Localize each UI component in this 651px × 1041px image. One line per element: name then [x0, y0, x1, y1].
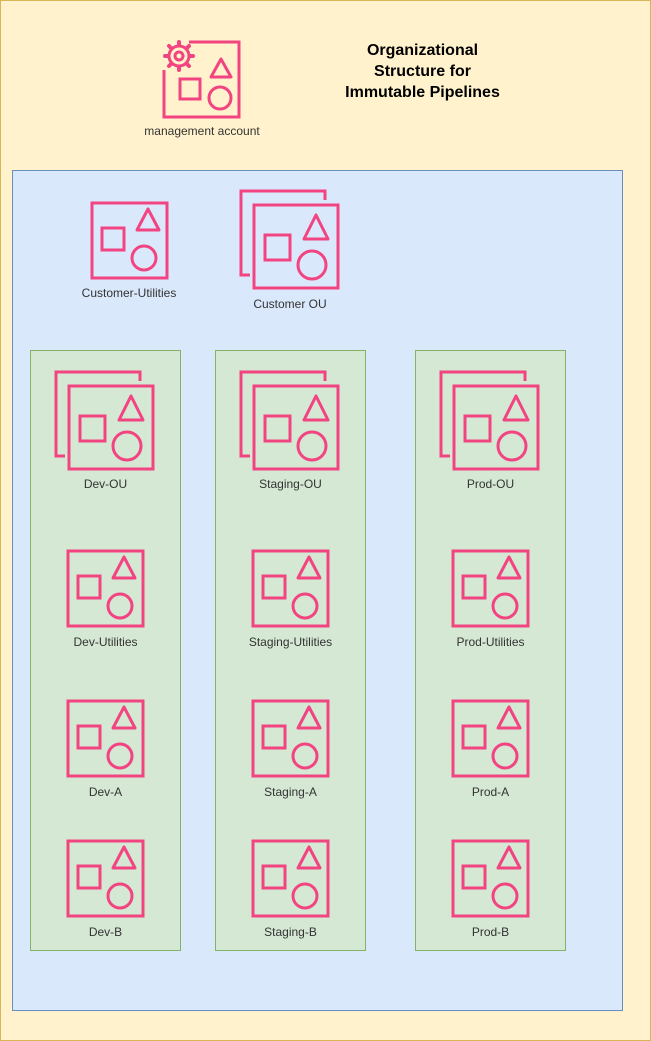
ou-icon-staging-ou: [239, 370, 339, 471]
account-icon-staging-b: [251, 839, 329, 918]
account-icon-prod-b: [451, 839, 529, 918]
account-icon-dev-b: [66, 839, 144, 918]
account-label-prod-a: Prod-A: [471, 785, 510, 799]
customer-ou-label: Customer OU: [253, 297, 327, 311]
account-icon-dev-utilities: [66, 549, 144, 628]
account-label-dev-b: Dev-B: [88, 925, 123, 939]
account-label-dev-utilities: Dev-Utilities: [73, 635, 138, 649]
customer-utilities-account-icon: [90, 201, 169, 280]
gear-icon: [163, 40, 195, 72]
ou-label-staging-ou: Staging-OU: [259, 477, 322, 491]
account-label-staging-a: Staging-A: [264, 785, 317, 799]
ou-label-dev-ou: Dev-OU: [83, 477, 128, 491]
account-label-dev-a: Dev-A: [88, 785, 123, 799]
account-icon-prod-a: [451, 699, 529, 778]
diagram-title: Organizational Structure for Immutable P…: [345, 42, 500, 101]
management-account-icon: [162, 40, 241, 119]
diagram-canvas: management account Organizational Struct…: [0, 0, 651, 1041]
account-icon-dev-a: [66, 699, 144, 778]
account-icon-staging-a: [251, 699, 329, 778]
management-account-label: management account: [144, 124, 260, 138]
account-icon-prod-utilities: [451, 549, 529, 628]
account-label-prod-utilities: Prod-Utilities: [456, 635, 525, 649]
ou-icon-prod-ou: [439, 370, 539, 471]
customer-utilities-label: Customer-Utilities: [81, 286, 177, 300]
account-icon-staging-utilities: [251, 549, 329, 628]
customer-ou-icon: [239, 189, 340, 290]
ou-label-prod-ou: Prod-OU: [466, 477, 515, 491]
account-label-staging-utilities: Staging-Utilities: [248, 635, 333, 649]
account-label-staging-b: Staging-B: [264, 925, 317, 939]
ou-icon-dev-ou: [54, 370, 154, 471]
account-label-prod-b: Prod-B: [471, 925, 510, 939]
